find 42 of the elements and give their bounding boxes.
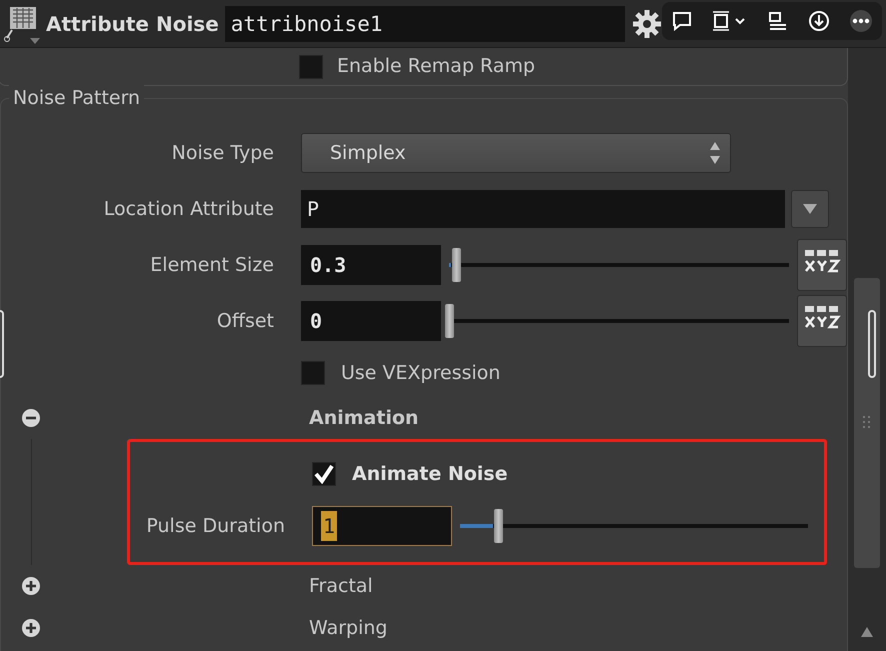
checkbox[interactable]: [312, 462, 336, 486]
parameter-label: Noise Type: [170, 140, 275, 166]
checkbox[interactable]: [301, 361, 325, 385]
number-field[interactable]: 0.3: [301, 245, 441, 285]
slider-handle[interactable]: [494, 509, 504, 543]
expand-icon[interactable]: [21, 576, 41, 596]
folder-title[interactable]: Warping: [61, 614, 388, 642]
edge-handle: [868, 310, 876, 378]
node-name-field[interactable]: attribnoise1: [224, 6, 625, 42]
download-icon[interactable]: [808, 10, 830, 32]
scroll-thumb[interactable]: [854, 278, 880, 568]
folder-title[interactable]: Fractal: [61, 572, 373, 600]
slider-handle[interactable]: [445, 304, 454, 338]
caret-icon: [803, 204, 817, 214]
scrollbar[interactable]: [848, 48, 886, 651]
checkbox-label: Animate Noise: [352, 462, 508, 487]
dropdown-button[interactable]: [791, 190, 829, 228]
parameter-label: Offset: [216, 308, 275, 334]
parameter-label: Pulse Duration: [145, 514, 286, 539]
checkbox-label: Enable Remap Ramp: [337, 54, 536, 80]
more-icon[interactable]: [848, 9, 873, 33]
text-field[interactable]: P: [301, 190, 785, 228]
parameter-label: Element Size: [149, 252, 275, 278]
xyz-button[interactable]: [797, 239, 847, 291]
dropdown-value: Simplex: [330, 140, 406, 166]
parameter-label: Location Attribute: [102, 196, 275, 222]
grip-icon: [862, 415, 872, 431]
slider-handle[interactable]: [452, 248, 461, 282]
checkbox[interactable]: [299, 54, 323, 78]
folder-title[interactable]: Animation: [61, 404, 419, 432]
node-type-label: Attribute Noise: [46, 10, 219, 38]
checkmark-icon: [314, 464, 334, 484]
xyz-button[interactable]: [797, 295, 847, 347]
comment-icon[interactable]: [671, 10, 694, 32]
layout-icon[interactable]: [766, 10, 789, 32]
number-field[interactable]: 1: [312, 506, 452, 546]
checkbox-label: Use VEXpression: [341, 360, 500, 386]
collapse-icon[interactable]: [21, 408, 41, 428]
number-field[interactable]: 0: [301, 301, 441, 341]
expand-icon[interactable]: [21, 618, 41, 638]
scroll-up-icon[interactable]: [860, 626, 874, 638]
dropdown-menu[interactable]: Simplex: [301, 133, 731, 173]
